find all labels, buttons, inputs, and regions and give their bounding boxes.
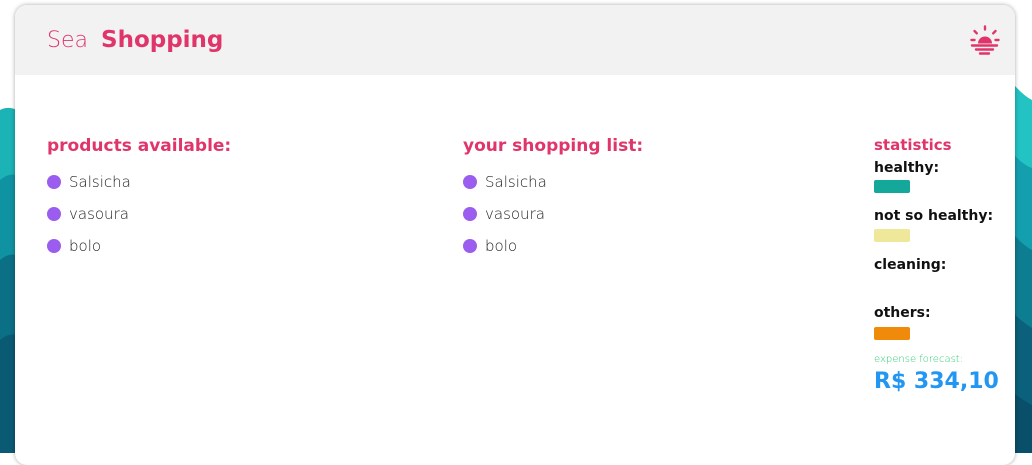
shopping-list-title: your shopping list: [463,136,644,156]
list-item-label: bolo [485,237,518,255]
cleaning-label: cleaning: [874,257,947,273]
list-item[interactable]: Salsicha [47,173,131,205]
list-item-label: Salsicha [69,173,131,191]
brand-light-text: Sea [47,28,88,53]
not-so-healthy-bar [874,229,910,242]
healthy-bar [874,180,910,193]
list-item[interactable]: vasoura [47,205,131,237]
theme-toggle-button[interactable] [970,25,1002,55]
brand-bold-text: Shopping [101,27,224,53]
list-item-label: vasoura [485,205,545,223]
bullet-icon [463,175,477,189]
main-card: Sea Shopping products available: Salsich… [15,5,1015,465]
statistics-title: statistics [874,136,952,154]
sun-icon [970,25,1000,55]
others-label: others: [874,305,931,321]
list-item-label: vasoura [69,205,129,223]
healthy-label: healthy: [874,160,940,176]
bullet-icon [47,207,61,221]
bullet-icon [47,239,61,253]
list-item-label: bolo [69,237,102,255]
list-item[interactable]: bolo [463,237,547,269]
products-available-title: products available: [47,136,232,156]
not-so-healthy-label: not so healthy: [874,208,994,224]
bullet-icon [47,175,61,189]
bullet-icon [463,239,477,253]
list-item[interactable]: vasoura [463,205,547,237]
list-item[interactable]: bolo [47,237,131,269]
expense-forecast-label: expense forecast: [874,354,964,365]
list-item[interactable]: Salsicha [463,173,547,205]
others-bar [874,327,910,340]
products-available-list: Salsicha vasoura bolo [47,173,131,269]
list-item-label: Salsicha [485,173,547,191]
expense-forecast-value: R$ 334,10 [874,369,999,394]
shopping-list: Salsicha vasoura bolo [463,173,547,269]
bullet-icon [463,207,477,221]
app-header: Sea Shopping [15,5,1015,75]
